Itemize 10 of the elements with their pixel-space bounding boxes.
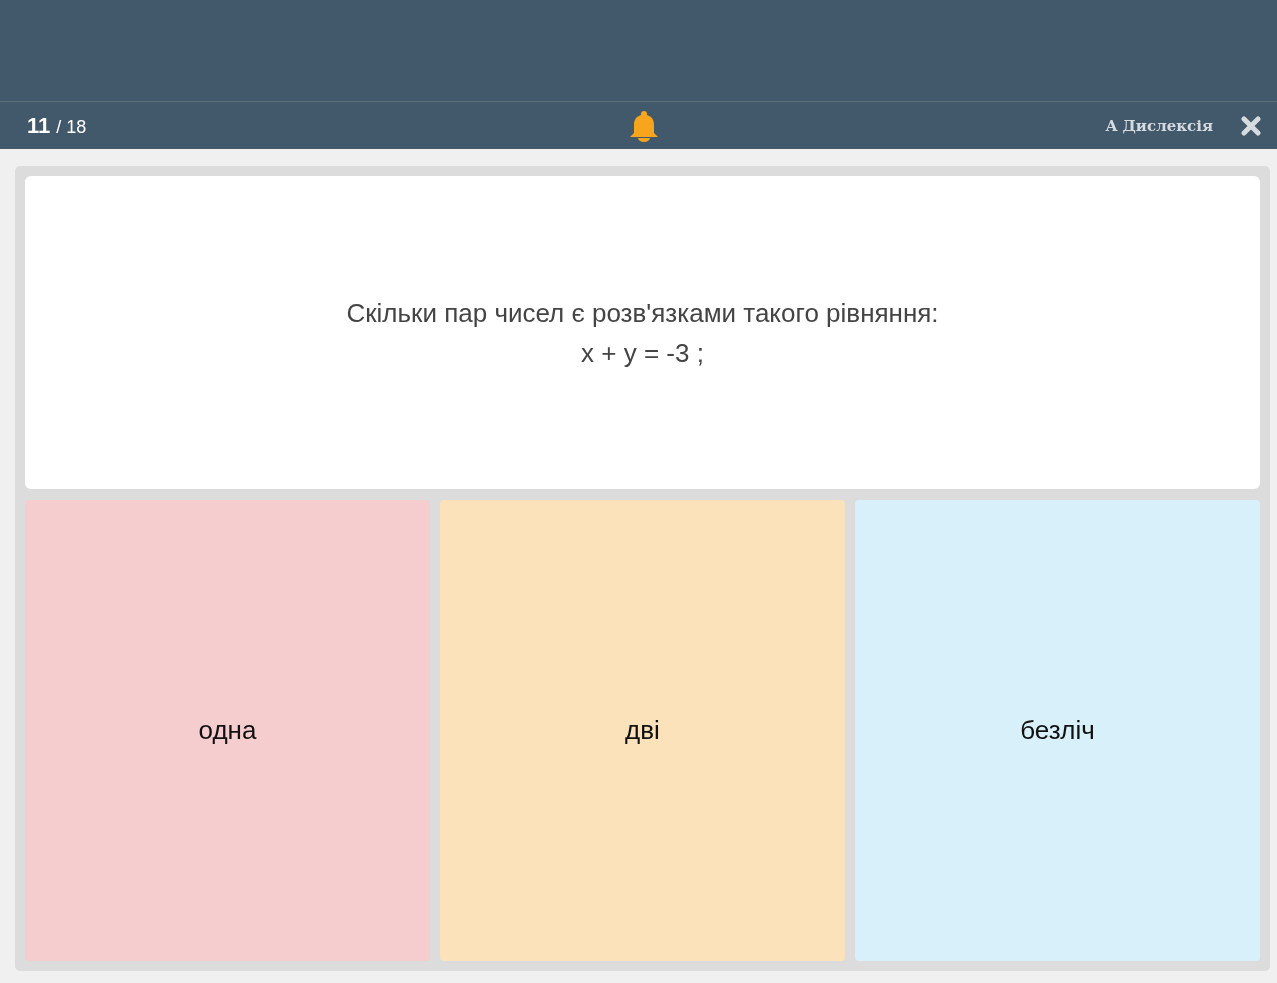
bell-icon[interactable] <box>629 108 659 143</box>
answer-option[interactable]: одна <box>25 500 430 961</box>
question-text: x + y = -3 ; <box>581 336 704 370</box>
close-icon[interactable] <box>1241 115 1261 136</box>
answer-option[interactable]: дві <box>440 500 845 961</box>
question-text: Скільки пар чисел є розв'язками такого рівняння: <box>346 296 939 330</box>
question-total: / 18 <box>56 116 87 138</box>
dyslexia-toggle[interactable]: A Дислексія <box>1105 116 1213 135</box>
answer-option[interactable]: безліч <box>855 500 1260 961</box>
question-number: 11 <box>27 112 51 139</box>
